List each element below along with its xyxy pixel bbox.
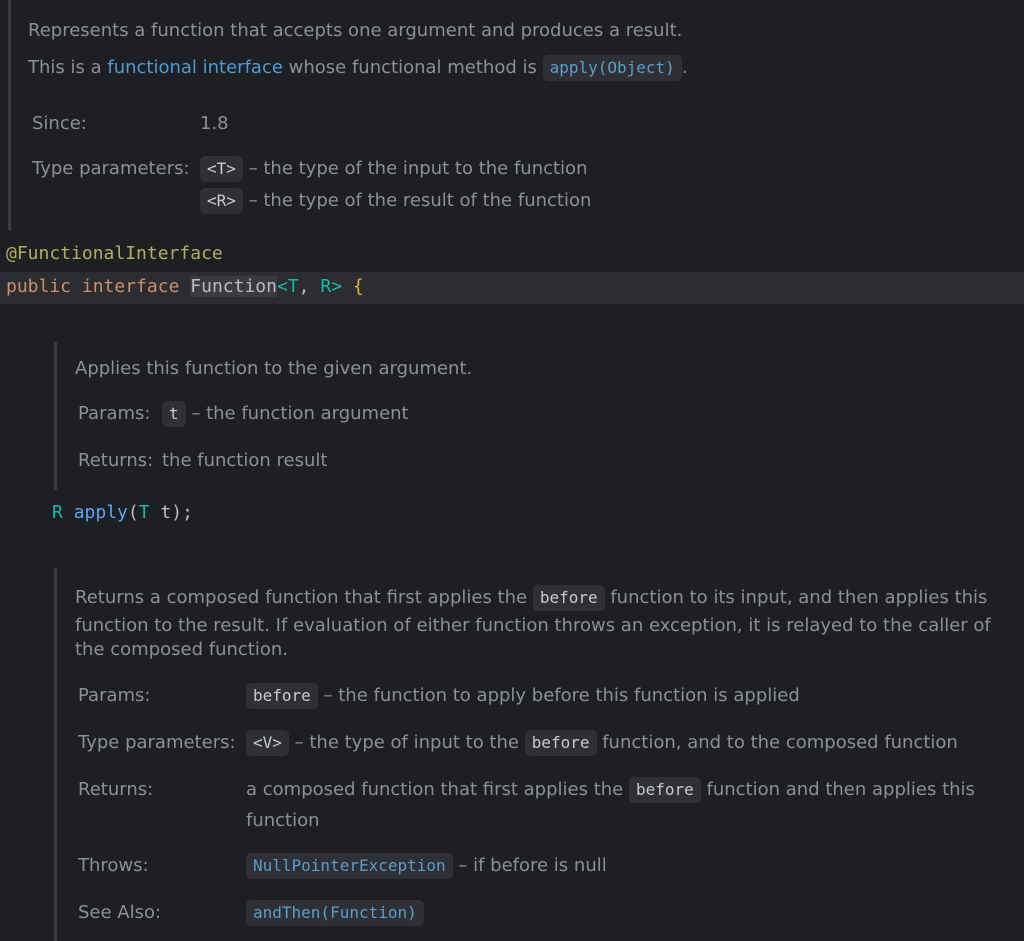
compose-param-before-desc: – the function to apply before this func… (317, 685, 800, 706)
compose-see-also-label: See Also: (78, 902, 162, 923)
generic-type-t[interactable]: T (288, 276, 299, 297)
apply-open-paren: ( (127, 502, 139, 523)
type-param-t-name: <T> (200, 156, 243, 182)
apply-object-link[interactable]: apply(Object) (542, 55, 682, 81)
apply-signature: R apply(T t); (52, 502, 193, 523)
functional-mid: whose functional method is (282, 57, 543, 78)
type-params-label: Type parameters: (32, 158, 190, 179)
apply-method-name[interactable]: apply (74, 502, 128, 523)
type-param-t-desc: – the type of the input to the function (242, 158, 588, 179)
open-brace[interactable]: { (353, 276, 364, 297)
compose-tp-desc-b: function, and to the composed function (596, 732, 958, 753)
interface-doc-functional-line: This is a functional interface whose fun… (28, 55, 688, 81)
compose-summary-line1: Returns a composed function that first a… (75, 585, 987, 611)
compose-tp-desc-a: – the type of input to the (288, 732, 525, 753)
compose-params-label: Params: (78, 685, 151, 706)
apply-params-label: Params: (78, 403, 151, 424)
apply-returns-desc: the function result (162, 450, 328, 471)
compose-summary-line2: function to the result. If evaluation of… (75, 615, 991, 636)
compose-throws: NullPointerException – if before is null (246, 853, 607, 879)
annotation-line: @FunctionalInterface (6, 243, 223, 264)
apply-returns-label: Returns: (78, 450, 154, 471)
keyword-public: public (6, 276, 72, 297)
keyword-interface: interface (81, 276, 180, 297)
compose-type-param-v: <V> – the type of input to the before fu… (246, 730, 958, 756)
compose-see-also: andThen(Function) (246, 900, 424, 926)
type-param-t: <T> – the type of the input to the funct… (200, 156, 587, 182)
type-param-r-name: <R> (200, 188, 243, 214)
apply-doc-summary: Applies this function to the given argum… (75, 358, 473, 379)
compose-param-before-name: before (246, 683, 318, 709)
null-pointer-exception-link[interactable]: NullPointerException (246, 853, 453, 879)
interface-doc-bar (8, 0, 11, 230)
compose-summary-a: Returns a composed function that first a… (75, 587, 533, 608)
compose-type-params-label: Type parameters: (78, 732, 236, 753)
functional-prefix: This is a (28, 57, 108, 78)
interface-doc-summary: Represents a function that accepts one a… (28, 20, 683, 41)
apply-param-name: t (149, 502, 172, 523)
apply-return-type[interactable]: R (52, 502, 63, 523)
compose-returns-code: before (628, 777, 701, 803)
functional-interface-link[interactable]: functional interface (107, 57, 283, 78)
generic-separator: , (298, 276, 321, 297)
compose-returns-line1: a composed function that first applies t… (246, 777, 975, 803)
since-value: 1.8 (200, 113, 229, 134)
compose-param-before: before – the function to apply before th… (246, 683, 800, 709)
compose-type-param-v-name: <V> (246, 730, 289, 756)
apply-param-t-name: t (162, 401, 186, 427)
compose-summary-line3: the composed function. (75, 639, 288, 660)
functional-suffix: . (681, 57, 688, 78)
apply-param-t: t – the function argument (162, 401, 409, 427)
compose-doc-bar (54, 568, 57, 941)
type-param-r: <R> – the type of the result of the func… (200, 188, 591, 214)
compose-throws-desc: – if before is null (452, 855, 607, 876)
compose-summary-b: function to its input, and then applies … (604, 587, 988, 608)
apply-param-type[interactable]: T (139, 502, 150, 523)
compose-returns-line2: function (246, 810, 320, 831)
generic-close: > (331, 276, 343, 297)
generic-type-r[interactable]: R (320, 276, 331, 297)
apply-param-t-desc: – the function argument (185, 403, 409, 424)
compose-returns-label: Returns: (78, 779, 154, 800)
compose-summary-code: before (532, 585, 605, 611)
generic-open: < (276, 276, 288, 297)
compose-returns-a: a composed function that first applies t… (246, 779, 629, 800)
compose-returns-b: function and then applies this (700, 779, 975, 800)
compose-throws-label: Throws: (78, 855, 149, 876)
declaration-line: public interface Function<T, R> { (6, 276, 364, 297)
class-name-function[interactable]: Function (190, 276, 277, 297)
and-then-function-link[interactable]: andThen(Function) (246, 900, 424, 926)
functional-interface-annotation[interactable]: @FunctionalInterface (6, 243, 223, 264)
compose-tp-code: before (524, 730, 597, 756)
apply-close: ); (171, 502, 193, 523)
type-param-r-desc: – the type of the result of the function (242, 190, 592, 211)
since-label: Since: (32, 113, 87, 134)
apply-doc-bar (54, 342, 57, 490)
